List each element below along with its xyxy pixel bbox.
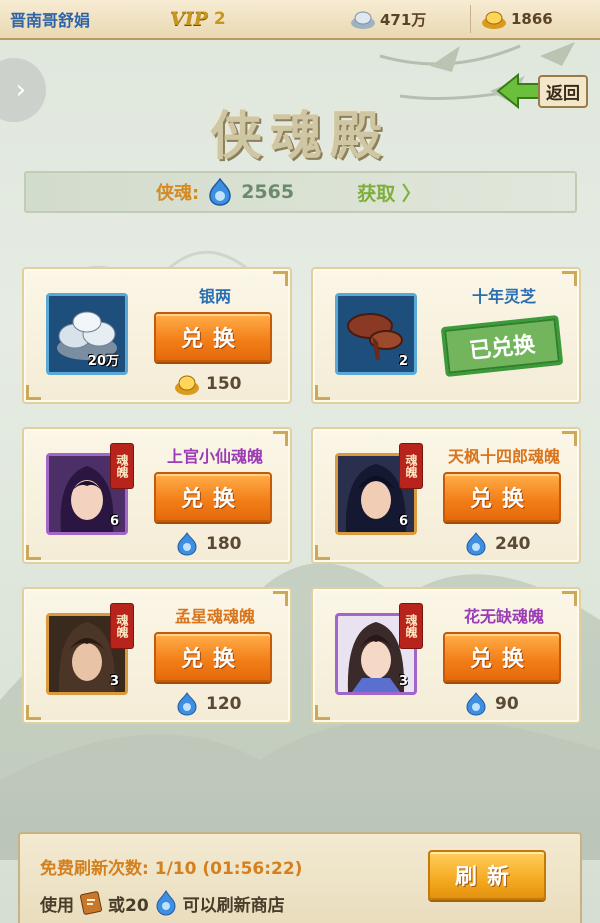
soul-flame-icon [177, 532, 197, 556]
obtain-link[interactable]: 获取 〉 [357, 179, 421, 206]
silver-ingot-icon [351, 11, 375, 29]
shop-item-card: 3 魂魄 孟星魂魂魄 兑换 120 [22, 587, 292, 724]
soul-amount: 2565 [241, 181, 295, 203]
soul-currency-bar: 侠魂: 2565 获取 〉 [24, 171, 577, 213]
soul-label: 侠魂: [156, 183, 200, 204]
item-count: 2 [398, 354, 408, 369]
soul-flame-icon [177, 692, 197, 716]
item-name: 银两 [198, 287, 231, 306]
item-count: 3 [109, 674, 119, 689]
refresh-panel: 免费刷新次数: 1/10 (01:56:22) 使用 或20 可以刷新商店 刷新 [18, 832, 582, 923]
soul-flame-icon [209, 177, 231, 206]
shop-item-card: 6 魂魄 天枫十四郎魂魄 兑换 240 [311, 427, 581, 564]
hint-or: 或20 [108, 895, 149, 916]
soul-fragment-tag: 魂魄 [399, 443, 423, 489]
item-name: 十年灵芝 [471, 287, 536, 306]
page-title: 侠魂殿 [209, 106, 390, 167]
item-price: 180 [174, 532, 242, 556]
refresh-label: 免费刷新次数: [40, 859, 149, 879]
refresh-button[interactable]: 刷新 [428, 850, 546, 900]
hint-end: 可以刷新商店 [182, 895, 285, 916]
redeemed-stamp: 已兑换 [440, 314, 564, 378]
free-refresh-count: 免费刷新次数: 1/10 (01:56:22) [40, 854, 302, 879]
exchange-button[interactable]: 兑换 [443, 632, 561, 682]
shop-item-card: 20万 银两 兑换 150 [22, 267, 292, 404]
shop-item-card: 6 魂魄 上官小仙魂魄 兑换 180 [22, 427, 292, 564]
item-icon-frame: 20万 [46, 293, 128, 375]
item-count: 6 [398, 514, 408, 529]
price-value: 90 [495, 694, 519, 714]
hint-use: 使用 [40, 895, 74, 916]
shop-item-card: 2 十年灵芝 已兑换 [311, 267, 581, 404]
shop-item-card: 3 魂魄 花无缺魂魄 兑换 90 [311, 587, 581, 724]
vip-level: 2 [213, 9, 226, 29]
soul-flame-icon [466, 532, 486, 556]
item-count: 3 [398, 674, 408, 689]
item-name: 上官小仙魂魄 [166, 447, 263, 466]
price-value: 180 [206, 534, 242, 554]
silver-currency: 471万 [350, 5, 460, 33]
vip-indicator[interactable]: VIP 2 [170, 8, 320, 30]
soul-fragment-tag: 魂魄 [110, 443, 134, 489]
item-count: 20万 [87, 354, 119, 369]
gold-currency: 1866 [470, 5, 553, 33]
soul-flame-icon [156, 890, 176, 916]
silver-amount: 471万 [380, 10, 427, 29]
gold-ingot-icon [175, 375, 199, 395]
price-value: 120 [206, 694, 242, 714]
vip-badge: VIP [170, 8, 208, 30]
gold-amount: 1866 [511, 10, 553, 28]
item-name: 花无缺魂魄 [463, 607, 544, 626]
refresh-token-icon [79, 891, 103, 915]
price-value: 150 [206, 374, 242, 394]
refresh-hint: 使用 或20 可以刷新商店 [40, 890, 285, 916]
item-price: 90 [463, 692, 519, 716]
item-icon-frame: 2 [335, 293, 417, 375]
item-name: 孟星魂魂魄 [174, 607, 255, 626]
price-value: 240 [495, 534, 531, 554]
item-price: 120 [174, 692, 242, 716]
soul-flame-icon [466, 692, 486, 716]
soul-fragment-tag: 魂魄 [110, 603, 134, 649]
exchange-button[interactable]: 兑换 [443, 472, 561, 522]
exchange-button[interactable]: 兑换 [154, 312, 272, 362]
item-name: 天枫十四郎魂魄 [447, 447, 560, 466]
item-price: 240 [463, 532, 531, 556]
exchange-button[interactable]: 兑换 [154, 472, 272, 522]
item-count: 6 [109, 514, 119, 529]
player-name[interactable]: 晋南哥舒娟 [10, 7, 150, 31]
refresh-value: 1/10 (01:56:22) [154, 859, 303, 879]
exchange-button[interactable]: 兑换 [154, 632, 272, 682]
gold-ingot-icon [482, 11, 506, 29]
soul-fragment-tag: 魂魄 [399, 603, 423, 649]
item-price: 150 [174, 372, 242, 396]
status-bar: 晋南哥舒娟 VIP 2 471万 1866 [0, 0, 600, 40]
